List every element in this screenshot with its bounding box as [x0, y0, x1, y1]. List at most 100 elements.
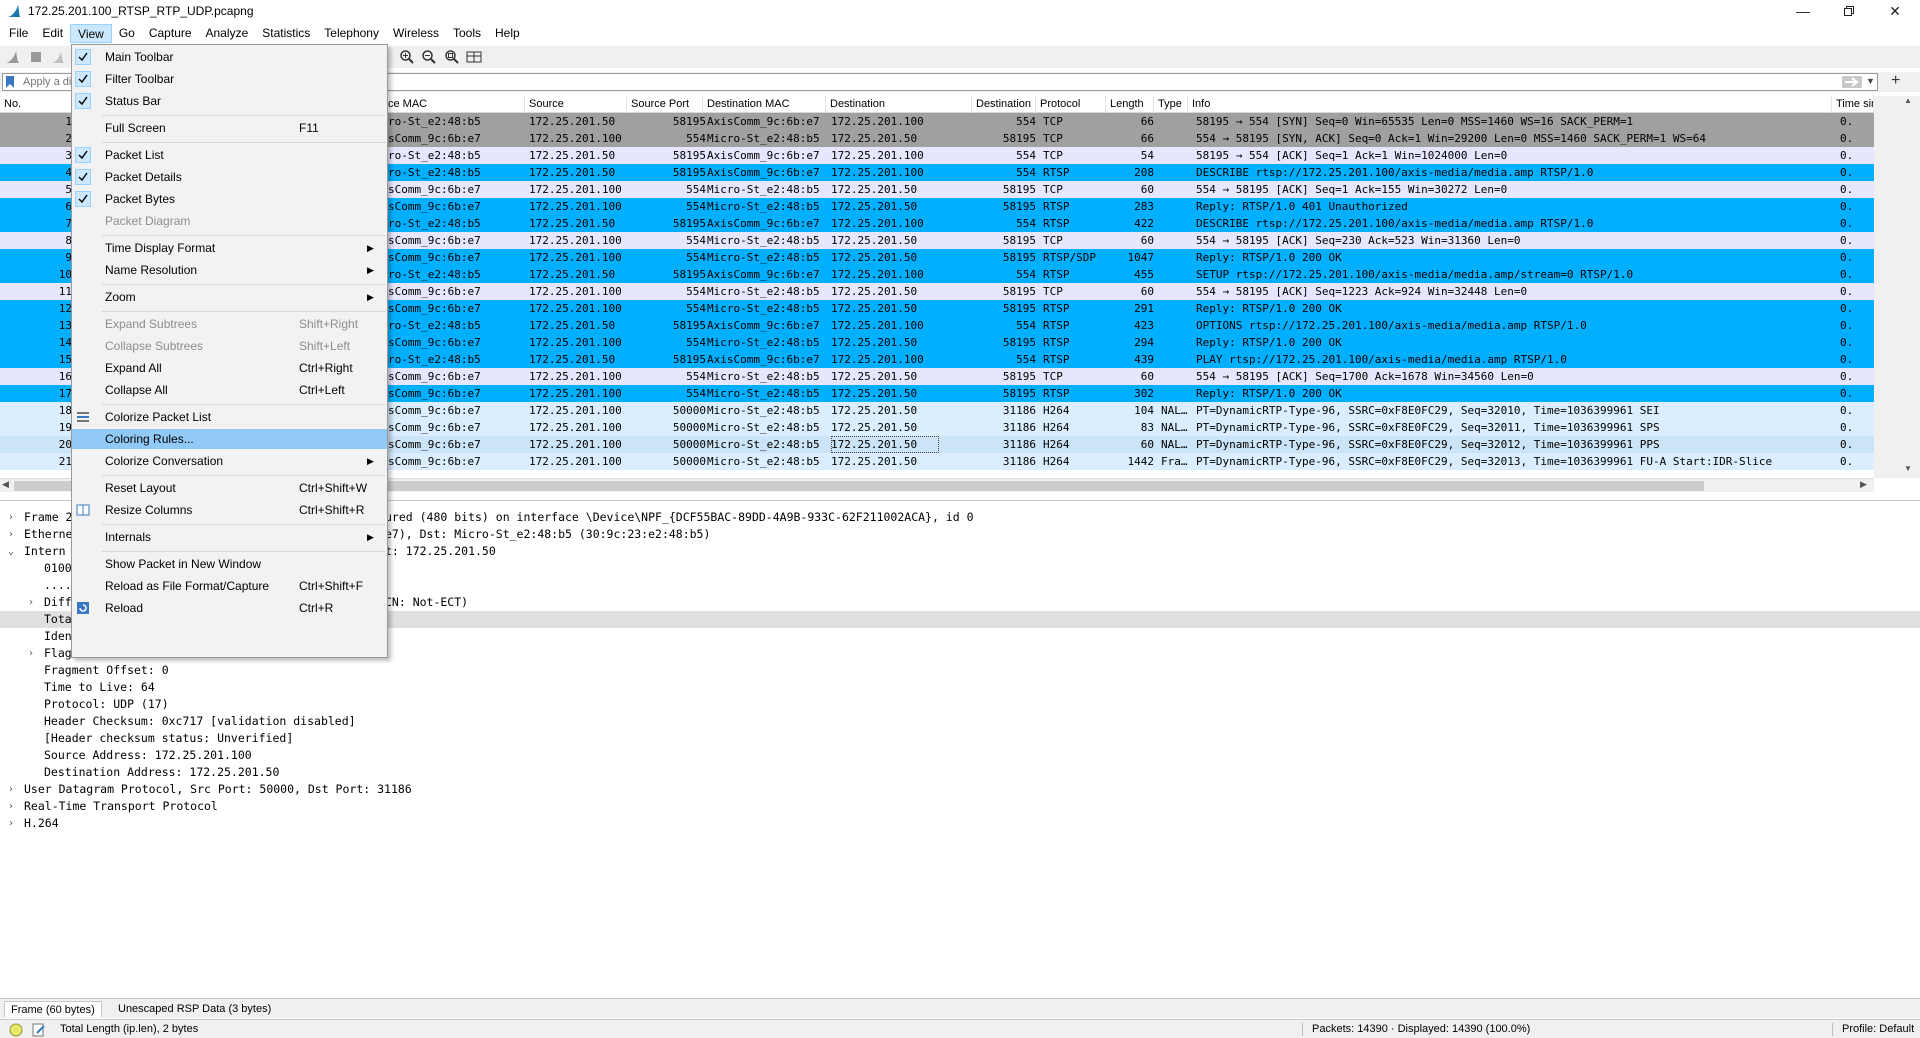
view-menu-item-show-packet-in-new-window[interactable]: Show Packet in New Window	[72, 554, 387, 574]
column-header[interactable]: Time sin	[1832, 96, 1874, 113]
zoom-normal-icon[interactable]	[444, 49, 460, 65]
view-menu-item-packet-details[interactable]: Packet Details	[72, 167, 387, 187]
packet-cell-len: 291	[1134, 302, 1154, 315]
packet-cell-dst: 172.25.201.50	[831, 285, 918, 298]
view-menu-item-expand-all[interactable]: Expand All Ctrl+Right	[72, 358, 387, 378]
detail-row[interactable]: Protocol: UDP (17)	[0, 696, 1920, 713]
view-menu-item-packet-bytes[interactable]: Packet Bytes	[72, 189, 387, 209]
status-profile[interactable]: Profile: Default	[1842, 1022, 1914, 1037]
menu-capture[interactable]: Capture	[142, 24, 199, 43]
collapsed-chevron-icon[interactable]: ›	[6, 781, 16, 798]
packet-cell-sport: 554	[686, 302, 706, 315]
restore-icon[interactable]	[1826, 0, 1872, 22]
resize-columns-toolbar-icon[interactable]	[466, 49, 482, 65]
detail-row[interactable]: › Real-Time Transport Protocol	[0, 798, 1920, 815]
view-menu-item-colorize-packet-list[interactable]: Colorize Packet List	[72, 407, 387, 427]
view-menu-item-collapse-subtrees[interactable]: Collapse Subtrees Shift+Left	[72, 336, 387, 356]
menu-item-label: Filter Toolbar	[105, 72, 175, 86]
menu-help[interactable]: Help	[488, 24, 527, 43]
zoom-out-icon[interactable]	[421, 49, 437, 65]
scroll-right-icon[interactable]: ▶	[1860, 479, 1867, 490]
add-filter-button-icon[interactable]: +	[1891, 72, 1900, 90]
close-icon[interactable]: ✕	[1872, 0, 1918, 22]
view-menu-item-zoom[interactable]: Zoom ▶	[72, 287, 387, 307]
view-menu-item-name-resolution[interactable]: Name Resolution ▶	[72, 260, 387, 280]
packet-cell-dmac: Micro-St_e2:48:b5	[707, 438, 820, 451]
menu-analyze[interactable]: Analyze	[199, 24, 256, 43]
menu-wireless[interactable]: Wireless	[386, 24, 446, 43]
apply-filter-arrow-icon[interactable]	[1842, 76, 1862, 88]
view-menu-item-filter-toolbar[interactable]: Filter Toolbar	[72, 69, 387, 89]
packet-cell-dst: 172.25.201.100	[831, 115, 924, 128]
column-header[interactable]: Source	[525, 96, 627, 113]
detail-row[interactable]: › User Datagram Protocol, Src Port: 50000…	[0, 781, 1920, 798]
edit-comment-icon[interactable]	[32, 1023, 46, 1037]
packet-cell-dst: 172.25.201.100	[831, 217, 924, 230]
view-menu-item-expand-subtrees[interactable]: Expand Subtrees Shift+Right	[72, 314, 387, 334]
detail-row[interactable]: Destination Address: 172.25.201.50	[0, 764, 1920, 781]
menu-telephony[interactable]: Telephony	[317, 24, 386, 43]
packet-cell-type	[1161, 317, 1189, 334]
restart-icon[interactable]	[50, 49, 66, 65]
view-menu-item-internals[interactable]: Internals ▶	[72, 527, 387, 547]
view-menu-item-collapse-all[interactable]: Collapse All Ctrl+Left	[72, 380, 387, 400]
collapsed-chevron-icon[interactable]: ›	[6, 509, 16, 526]
view-menu-item-colorize-conversation[interactable]: Colorize Conversation ▶	[72, 451, 387, 471]
collapsed-chevron-icon[interactable]: ›	[26, 645, 36, 662]
minimize-icon[interactable]: —	[1780, 0, 1826, 22]
packet-cell-time: 0.	[1840, 115, 1854, 128]
detail-row[interactable]: › H.264	[0, 815, 1920, 832]
scroll-up-icon[interactable]: ▲	[1904, 96, 1912, 105]
view-menu-item-packet-list[interactable]: Packet List	[72, 145, 387, 165]
view-menu-item-reload-as-file-format-capture[interactable]: Reload as File Format/Capture Ctrl+Shift+…	[72, 576, 387, 596]
column-header[interactable]: Protocol	[1036, 96, 1106, 113]
menu-edit[interactable]: Edit	[35, 24, 70, 43]
column-header[interactable]: Info	[1188, 96, 1832, 113]
packet-cell-dst: 172.25.201.50	[831, 436, 939, 453]
detail-text: Flag	[44, 646, 72, 660]
column-header[interactable]: Length	[1106, 96, 1154, 113]
detail-row[interactable]: Time to Live: 64	[0, 679, 1920, 696]
column-header[interactable]: No.	[0, 96, 72, 113]
menu-view[interactable]: View	[70, 23, 112, 43]
column-header[interactable]: Destination Port	[972, 96, 1036, 113]
column-header[interactable]: ce MAC	[384, 96, 525, 113]
tab-unescaped-rsp-data[interactable]: Unescaped RSP Data (3 bytes)	[112, 1001, 277, 1017]
view-menu-item-resize-columns[interactable]: Resize Columns Ctrl+Shift+R	[72, 500, 387, 520]
bookmark-icon[interactable]	[5, 76, 15, 88]
shark-fin-start-icon[interactable]	[5, 49, 21, 65]
stop-icon[interactable]	[28, 49, 44, 65]
menu-statistics[interactable]: Statistics	[255, 24, 317, 43]
view-menu-item-time-display-format[interactable]: Time Display Format ▶	[72, 238, 387, 258]
view-menu-item-coloring-rules[interactable]: Coloring Rules...	[72, 429, 387, 449]
view-menu-item-main-toolbar[interactable]: Main Toolbar	[72, 47, 387, 67]
expanded-chevron-icon[interactable]: ⌄	[6, 543, 16, 560]
collapsed-chevron-icon[interactable]: ›	[6, 798, 16, 815]
view-menu-item-full-screen[interactable]: Full Screen F11	[72, 118, 387, 138]
scroll-left-icon[interactable]: ◀	[2, 479, 9, 490]
menu-tools[interactable]: Tools	[446, 24, 488, 43]
collapsed-chevron-icon[interactable]: ›	[6, 526, 16, 543]
view-menu-item-packet-diagram[interactable]: Packet Diagram	[72, 211, 387, 231]
detail-row[interactable]: Source Address: 172.25.201.100	[0, 747, 1920, 764]
detail-row[interactable]: [Header checksum status: Unverified]	[0, 730, 1920, 747]
column-header[interactable]: Type	[1154, 96, 1188, 113]
detail-row[interactable]: Header Checksum: 0xc717 [validation disa…	[0, 713, 1920, 730]
collapsed-chevron-icon[interactable]: ›	[26, 594, 36, 611]
column-header[interactable]: Destination	[826, 96, 972, 113]
column-header[interactable]: Source Port	[627, 96, 703, 113]
view-menu-item-status-bar[interactable]: Status Bar	[72, 91, 387, 111]
filter-history-dropdown-icon[interactable]: ▼	[1866, 76, 1875, 86]
scroll-down-icon[interactable]: ▼	[1904, 464, 1912, 473]
detail-row[interactable]: Fragment Offset: 0	[0, 662, 1920, 679]
menu-file[interactable]: File	[2, 24, 35, 43]
view-menu-item-reset-layout[interactable]: Reset Layout Ctrl+Shift+W	[72, 478, 387, 498]
view-menu-item-reload[interactable]: Reload Ctrl+R	[72, 598, 387, 618]
tab-frame-bytes[interactable]: Frame (60 bytes)	[4, 1001, 102, 1017]
packet-list-scrollbar[interactable]: ▲ ▼	[1874, 96, 1920, 478]
collapsed-chevron-icon[interactable]: ›	[6, 815, 16, 832]
menu-go[interactable]: Go	[112, 24, 142, 43]
column-header[interactable]: Destination MAC	[703, 96, 826, 113]
expert-info-icon[interactable]	[9, 1023, 23, 1037]
zoom-in-icon[interactable]	[399, 49, 415, 65]
